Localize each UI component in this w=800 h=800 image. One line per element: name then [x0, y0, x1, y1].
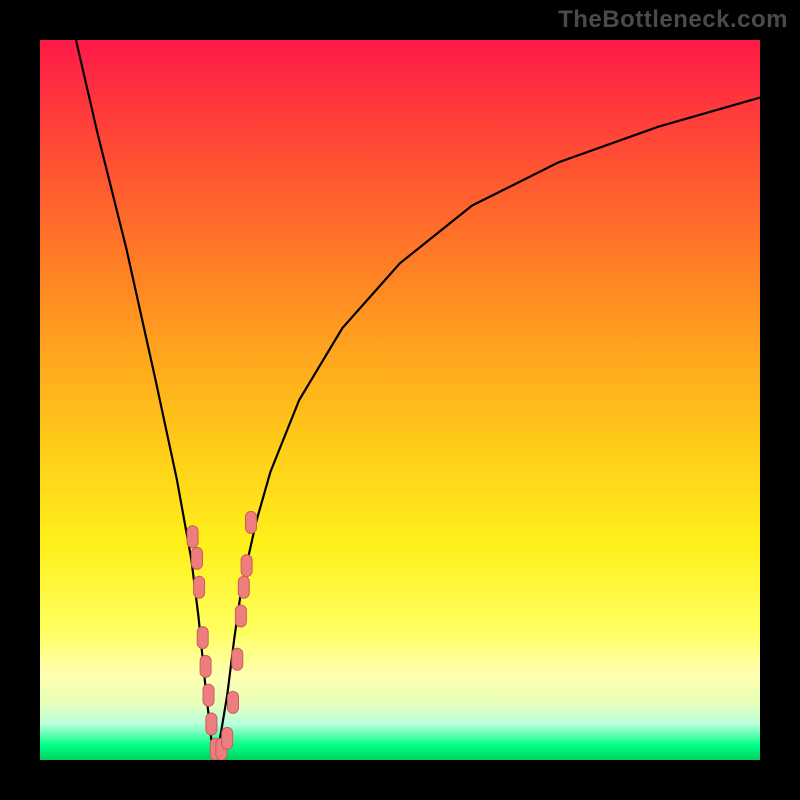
curve-marker — [232, 648, 243, 670]
curve-marker — [200, 655, 211, 677]
curve-marker — [203, 684, 214, 706]
plot-area — [40, 40, 760, 760]
curve-marker — [235, 605, 246, 627]
watermark-text: TheBottleneck.com — [558, 6, 788, 34]
curve-marker — [222, 727, 233, 749]
curve-marker — [206, 713, 217, 735]
chart-frame: TheBottleneck.com — [0, 0, 800, 800]
curve-marker — [197, 627, 208, 649]
curve-marker — [241, 555, 252, 577]
curve-marker — [187, 526, 198, 548]
curve-marker — [194, 576, 205, 598]
curve-marker — [228, 691, 239, 713]
bottleneck-curve — [76, 40, 760, 753]
curve-marker — [246, 511, 257, 533]
curve-marker — [192, 547, 203, 569]
curve-marker — [238, 576, 249, 598]
curve-layer — [40, 40, 760, 760]
